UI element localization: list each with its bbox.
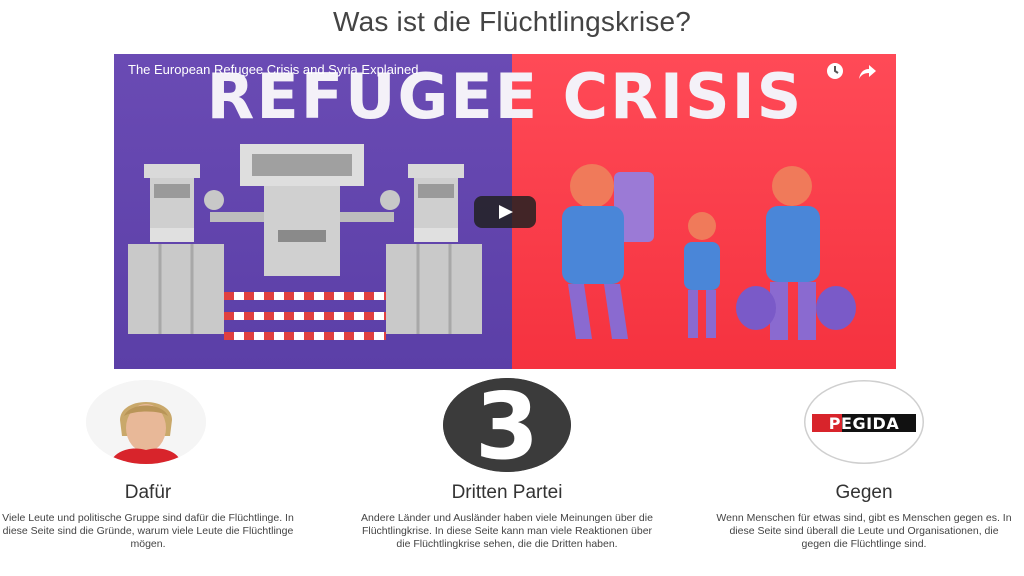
column-heading: Dritten Partei	[451, 482, 563, 503]
pegida-logo-icon: PEGIDA	[804, 380, 924, 464]
share-arrow-icon	[859, 65, 876, 79]
badge-number: 3	[475, 378, 539, 472]
video-player[interactable]: REFUGEE CRISIS The European Refugee Cris…	[114, 54, 896, 369]
clock-icon	[827, 63, 843, 79]
number-badge[interactable]: 3	[443, 378, 571, 472]
avatar-merkel[interactable]	[86, 380, 206, 464]
column-description: Wenn Menschen für etwas sind, gibt es Me…	[716, 512, 1012, 550]
number-three-icon: 3	[443, 378, 571, 472]
portrait-image	[86, 380, 206, 464]
column-heading: Gegen	[835, 482, 893, 503]
video-title[interactable]: The European Refugee Crisis and Syria Ex…	[128, 62, 419, 77]
column-description: Andere Länder und Ausländer haben viele …	[361, 512, 653, 550]
page-title: Was ist die Flüchtlingskrise?	[333, 6, 691, 37]
column-heading: Dafür	[124, 482, 172, 503]
pegida-logo-text: PEGIDA	[829, 414, 900, 433]
refugee-family-illustration	[562, 164, 856, 340]
border-fence-illustration	[128, 144, 482, 340]
watch-later-button[interactable]	[824, 60, 846, 82]
play-button[interactable]	[474, 196, 536, 228]
pegida-avatar[interactable]: PEGIDA	[804, 380, 924, 464]
page: Was ist die Flüchtlingskrise? REFUGEE CR…	[0, 0, 1024, 576]
share-button[interactable]	[856, 60, 878, 82]
play-icon	[499, 205, 513, 219]
column-description: Viele Leute und politische Gruppe sind d…	[2, 512, 294, 550]
